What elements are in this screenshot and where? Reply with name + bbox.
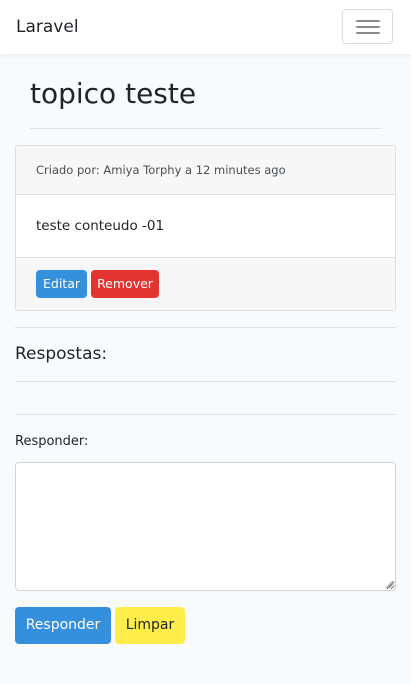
topic-card-footer: Editar Remover (16, 257, 395, 310)
reply-label: Responder: (15, 434, 89, 449)
page-title: topico teste (30, 77, 197, 110)
divider (15, 327, 396, 328)
submit-reply-button[interactable]: Responder (15, 607, 111, 644)
topic-author-meta: Criado por: Amiya Torphy a 12 minutes ag… (36, 163, 286, 177)
remove-button[interactable]: Remover (91, 270, 159, 298)
replies-heading: Respostas: (15, 344, 108, 364)
edit-button[interactable]: Editar (36, 270, 87, 298)
navbar-brand[interactable]: Laravel (16, 16, 79, 38)
divider (15, 381, 396, 382)
title-divider (30, 128, 381, 129)
topic-card: Criado por: Amiya Torphy a 12 minutes ag… (15, 145, 396, 311)
clear-button[interactable]: Limpar (115, 607, 185, 644)
divider (15, 414, 396, 415)
navbar-toggle-button[interactable] (342, 9, 393, 44)
navbar: Laravel (0, 0, 411, 54)
topic-card-header: Criado por: Amiya Torphy a 12 minutes ag… (16, 146, 395, 195)
reply-textarea[interactable] (15, 462, 396, 591)
topic-content: teste conteudo -01 (36, 218, 165, 234)
